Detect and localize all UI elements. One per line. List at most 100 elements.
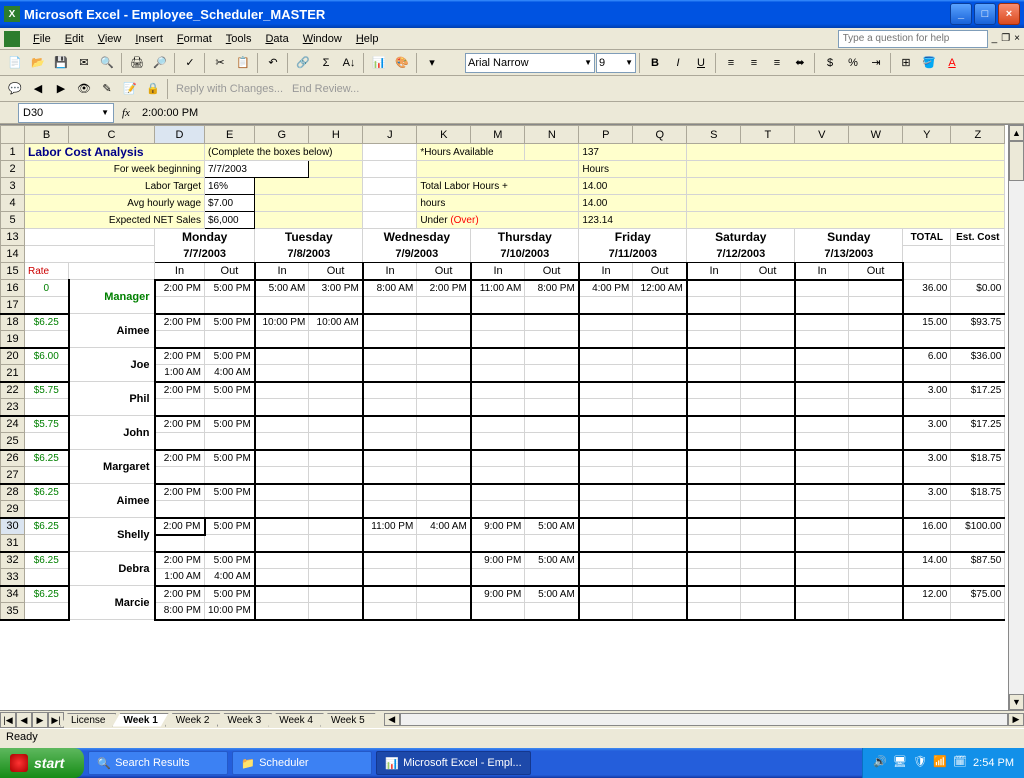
cell[interactable] bbox=[579, 484, 633, 501]
cell[interactable]: 8:00 PM bbox=[155, 603, 205, 620]
cell[interactable]: 5:00 AM bbox=[525, 586, 579, 603]
cell[interactable] bbox=[155, 467, 205, 484]
cell[interactable] bbox=[363, 144, 417, 161]
cell[interactable] bbox=[849, 518, 903, 535]
italic-icon[interactable]: I bbox=[667, 52, 689, 74]
cell[interactable]: Aimee bbox=[69, 484, 155, 518]
cell[interactable] bbox=[363, 178, 417, 195]
cell[interactable] bbox=[633, 416, 687, 433]
cell[interactable] bbox=[525, 314, 579, 331]
align-center-icon[interactable]: ≡ bbox=[743, 52, 765, 74]
cell[interactable] bbox=[155, 399, 205, 416]
cell[interactable] bbox=[363, 297, 417, 314]
row-header[interactable]: 19 bbox=[1, 331, 25, 348]
permission-icon[interactable]: ✉ bbox=[73, 52, 95, 74]
cell[interactable] bbox=[471, 433, 525, 450]
row-header[interactable]: 5 bbox=[1, 212, 25, 229]
row-header[interactable]: 21 bbox=[1, 365, 25, 382]
row-header[interactable]: 26 bbox=[1, 450, 25, 467]
cell[interactable] bbox=[25, 603, 69, 620]
cell[interactable] bbox=[363, 586, 417, 603]
row-header[interactable]: 22 bbox=[1, 382, 25, 399]
cell[interactable]: 2:00 PM bbox=[155, 314, 205, 331]
cell[interactable] bbox=[471, 535, 525, 552]
cell[interactable] bbox=[795, 569, 849, 586]
cell[interactable] bbox=[417, 484, 471, 501]
cell[interactable] bbox=[417, 382, 471, 399]
cell[interactable] bbox=[903, 569, 951, 586]
cell[interactable] bbox=[849, 382, 903, 399]
cell[interactable] bbox=[255, 348, 309, 365]
comment-icon[interactable]: 💬 bbox=[4, 78, 26, 100]
cell[interactable] bbox=[471, 382, 525, 399]
cell[interactable]: hours bbox=[417, 195, 579, 212]
cell[interactable] bbox=[525, 348, 579, 365]
cell[interactable] bbox=[155, 535, 205, 552]
cell[interactable]: 5:00 PM bbox=[205, 484, 255, 501]
cell[interactable]: Debra bbox=[69, 552, 155, 586]
cell[interactable]: 123.14 bbox=[579, 212, 687, 229]
sheet-tab[interactable]: Week 1 bbox=[112, 713, 168, 727]
cell[interactable]: $17.25 bbox=[951, 382, 1005, 399]
cell[interactable] bbox=[255, 331, 309, 348]
cell[interactable] bbox=[471, 297, 525, 314]
cell[interactable] bbox=[363, 382, 417, 399]
row-header[interactable]: 20 bbox=[1, 348, 25, 365]
cell[interactable] bbox=[687, 518, 741, 535]
cell[interactable] bbox=[903, 535, 951, 552]
cell[interactable]: Tuesday bbox=[255, 229, 363, 246]
cell[interactable] bbox=[633, 348, 687, 365]
cell[interactable] bbox=[795, 365, 849, 382]
cell[interactable]: Aimee bbox=[69, 314, 155, 348]
cell[interactable] bbox=[417, 297, 471, 314]
zoom-dropdown[interactable]: ▾ bbox=[421, 52, 443, 74]
row-header[interactable]: 4 bbox=[1, 195, 25, 212]
help-search[interactable] bbox=[838, 30, 988, 48]
cell[interactable] bbox=[741, 450, 795, 467]
cell[interactable] bbox=[687, 569, 741, 586]
cell[interactable]: 6.00 bbox=[903, 348, 951, 365]
cell[interactable] bbox=[849, 603, 903, 620]
cell[interactable]: 2:00 PM bbox=[417, 280, 471, 297]
cell[interactable] bbox=[951, 467, 1005, 484]
cell[interactable] bbox=[525, 365, 579, 382]
cell[interactable]: $6.25 bbox=[25, 552, 69, 569]
cell[interactable] bbox=[155, 501, 205, 518]
col-header[interactable]: J bbox=[363, 126, 417, 144]
cell[interactable]: 4:00 PM bbox=[579, 280, 633, 297]
track-icon[interactable]: 📝 bbox=[119, 78, 141, 100]
cell[interactable] bbox=[687, 348, 741, 365]
cell[interactable] bbox=[795, 416, 849, 433]
cell[interactable] bbox=[849, 399, 903, 416]
row-header[interactable]: 23 bbox=[1, 399, 25, 416]
cell[interactable] bbox=[795, 314, 849, 331]
cell[interactable]: 7/9/2003 bbox=[363, 246, 471, 263]
open-icon[interactable]: 📂 bbox=[27, 52, 49, 74]
cell[interactable]: Shelly bbox=[69, 518, 155, 552]
cell[interactable] bbox=[255, 484, 309, 501]
cell[interactable]: 7/7/2003 bbox=[205, 161, 309, 178]
cell[interactable] bbox=[309, 552, 363, 569]
cell[interactable]: Under (Over) bbox=[417, 212, 579, 229]
currency-icon[interactable]: $ bbox=[819, 52, 841, 74]
sheet-tab[interactable]: License bbox=[60, 713, 116, 727]
cell[interactable] bbox=[25, 569, 69, 586]
row-header[interactable]: 13 bbox=[1, 229, 25, 246]
cell[interactable] bbox=[255, 297, 309, 314]
cell[interactable]: 3.00 bbox=[903, 484, 951, 501]
row-header[interactable]: 2 bbox=[1, 161, 25, 178]
cell[interactable] bbox=[471, 416, 525, 433]
tray-icon[interactable]: 📶 bbox=[933, 755, 949, 771]
cell[interactable] bbox=[951, 603, 1005, 620]
cell[interactable]: In bbox=[471, 263, 525, 280]
cell[interactable] bbox=[903, 501, 951, 518]
row-header[interactable]: 32 bbox=[1, 552, 25, 569]
row-header[interactable]: 35 bbox=[1, 603, 25, 620]
cell[interactable]: 3.00 bbox=[903, 416, 951, 433]
cell[interactable] bbox=[363, 161, 417, 178]
menu-insert[interactable]: Insert bbox=[128, 31, 170, 47]
cell[interactable] bbox=[255, 195, 363, 212]
cell[interactable]: 5:00 PM bbox=[205, 552, 255, 569]
cell[interactable] bbox=[579, 450, 633, 467]
cell[interactable] bbox=[741, 569, 795, 586]
